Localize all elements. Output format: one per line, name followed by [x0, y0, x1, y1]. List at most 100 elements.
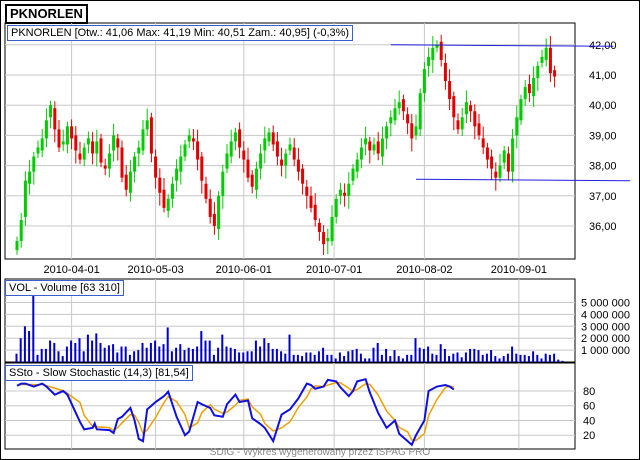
- volume-bar: [347, 351, 350, 362]
- candle-body: [263, 138, 267, 151]
- candle-body: [385, 126, 389, 139]
- volume-bar: [544, 353, 547, 362]
- candle-body: [179, 156, 183, 172]
- volume-bar: [410, 354, 413, 362]
- volume-bar: [456, 352, 459, 362]
- volume-bar: [527, 356, 530, 362]
- candle-body: [309, 195, 313, 208]
- candle-body: [40, 138, 44, 151]
- candle-body: [61, 141, 65, 145]
- stochastic-tick-label: 80: [583, 386, 595, 398]
- candle-body: [95, 141, 99, 154]
- volume-bar: [166, 327, 169, 362]
- volume-bar: [305, 352, 308, 362]
- volume-bar: [477, 350, 480, 362]
- volume-bar: [448, 356, 451, 362]
- volume-bar: [469, 348, 472, 362]
- candle-body: [296, 159, 300, 172]
- volume-bar: [380, 354, 383, 362]
- volume-bar: [322, 347, 325, 362]
- volume-bar: [313, 354, 316, 362]
- candle-body: [422, 68, 426, 94]
- candle-body: [439, 41, 443, 60]
- candle-body: [364, 138, 368, 145]
- candle-body: [271, 132, 275, 145]
- candle-body: [288, 144, 292, 151]
- candle-body: [154, 156, 158, 178]
- candle-body: [494, 171, 498, 178]
- volume-bar: [49, 340, 52, 362]
- volume-bar: [406, 354, 409, 362]
- candle-body: [15, 241, 19, 251]
- volume-bar: [464, 352, 467, 362]
- volume-bar: [196, 346, 199, 362]
- candle-body: [141, 129, 145, 151]
- volume-bar: [141, 342, 144, 362]
- volume-bar: [158, 346, 161, 362]
- candle-body: [460, 117, 464, 130]
- candle-body: [229, 141, 233, 157]
- y-tick-label: 38,00: [589, 161, 617, 173]
- candle-body: [334, 198, 338, 217]
- candle-body: [212, 213, 216, 226]
- candle-body: [112, 135, 116, 151]
- volume-bar: [200, 331, 203, 362]
- candle-body: [280, 159, 284, 166]
- volume-bar: [208, 340, 211, 362]
- x-tick-label: 2010-05-03: [127, 264, 183, 276]
- candle-body: [317, 222, 321, 233]
- volume-bar: [124, 346, 127, 362]
- candle-body: [372, 144, 376, 151]
- volume-bar: [133, 351, 136, 362]
- volume-bar: [183, 350, 186, 362]
- volume-bar: [376, 342, 379, 362]
- candle-body: [78, 153, 82, 160]
- volume-bar: [32, 292, 35, 362]
- candle-body: [49, 105, 53, 118]
- candle-body: [116, 138, 120, 148]
- volume-bar: [229, 347, 232, 362]
- candle-body: [326, 238, 330, 242]
- candle-body: [225, 153, 229, 169]
- volume-bar: [36, 354, 39, 362]
- volume-bar: [284, 353, 287, 362]
- candle-body: [158, 177, 162, 193]
- candle-body: [553, 70, 557, 77]
- candle-body: [376, 141, 380, 154]
- volume-bar: [435, 354, 438, 362]
- volume-bar: [242, 352, 245, 362]
- volume-bar: [116, 352, 119, 362]
- candle-body: [57, 129, 61, 148]
- volume-bar: [288, 334, 291, 362]
- candle-body: [162, 189, 166, 208]
- candle-body: [133, 156, 137, 172]
- candle-body: [53, 108, 57, 130]
- volume-bar: [372, 347, 375, 362]
- x-tick-label: 2010-04-01: [43, 264, 99, 276]
- candle-body: [523, 87, 527, 100]
- volume-bar: [137, 350, 140, 362]
- candle-body: [196, 141, 200, 160]
- volume-bar: [485, 353, 488, 362]
- candle-body: [515, 117, 519, 136]
- volume-bar: [557, 359, 560, 362]
- volume-bar: [91, 340, 94, 362]
- candle-body: [511, 138, 515, 172]
- candle-body: [233, 132, 237, 142]
- candle-body: [259, 153, 263, 169]
- candle-body: [301, 168, 305, 184]
- candle-body: [477, 123, 481, 136]
- candle-body: [191, 138, 195, 142]
- candle-body: [431, 47, 435, 60]
- volume-bar: [204, 340, 207, 362]
- volume-tick-label: 3 000 000: [581, 321, 630, 333]
- volume-bar: [355, 348, 358, 362]
- volume-bar: [397, 356, 400, 362]
- candle-body: [86, 138, 90, 145]
- candle-body: [200, 156, 204, 181]
- volume-bar: [233, 348, 236, 362]
- volume-bar: [561, 360, 564, 362]
- candle-body: [28, 171, 32, 184]
- candle-body: [473, 111, 477, 127]
- volume-bar: [418, 347, 421, 362]
